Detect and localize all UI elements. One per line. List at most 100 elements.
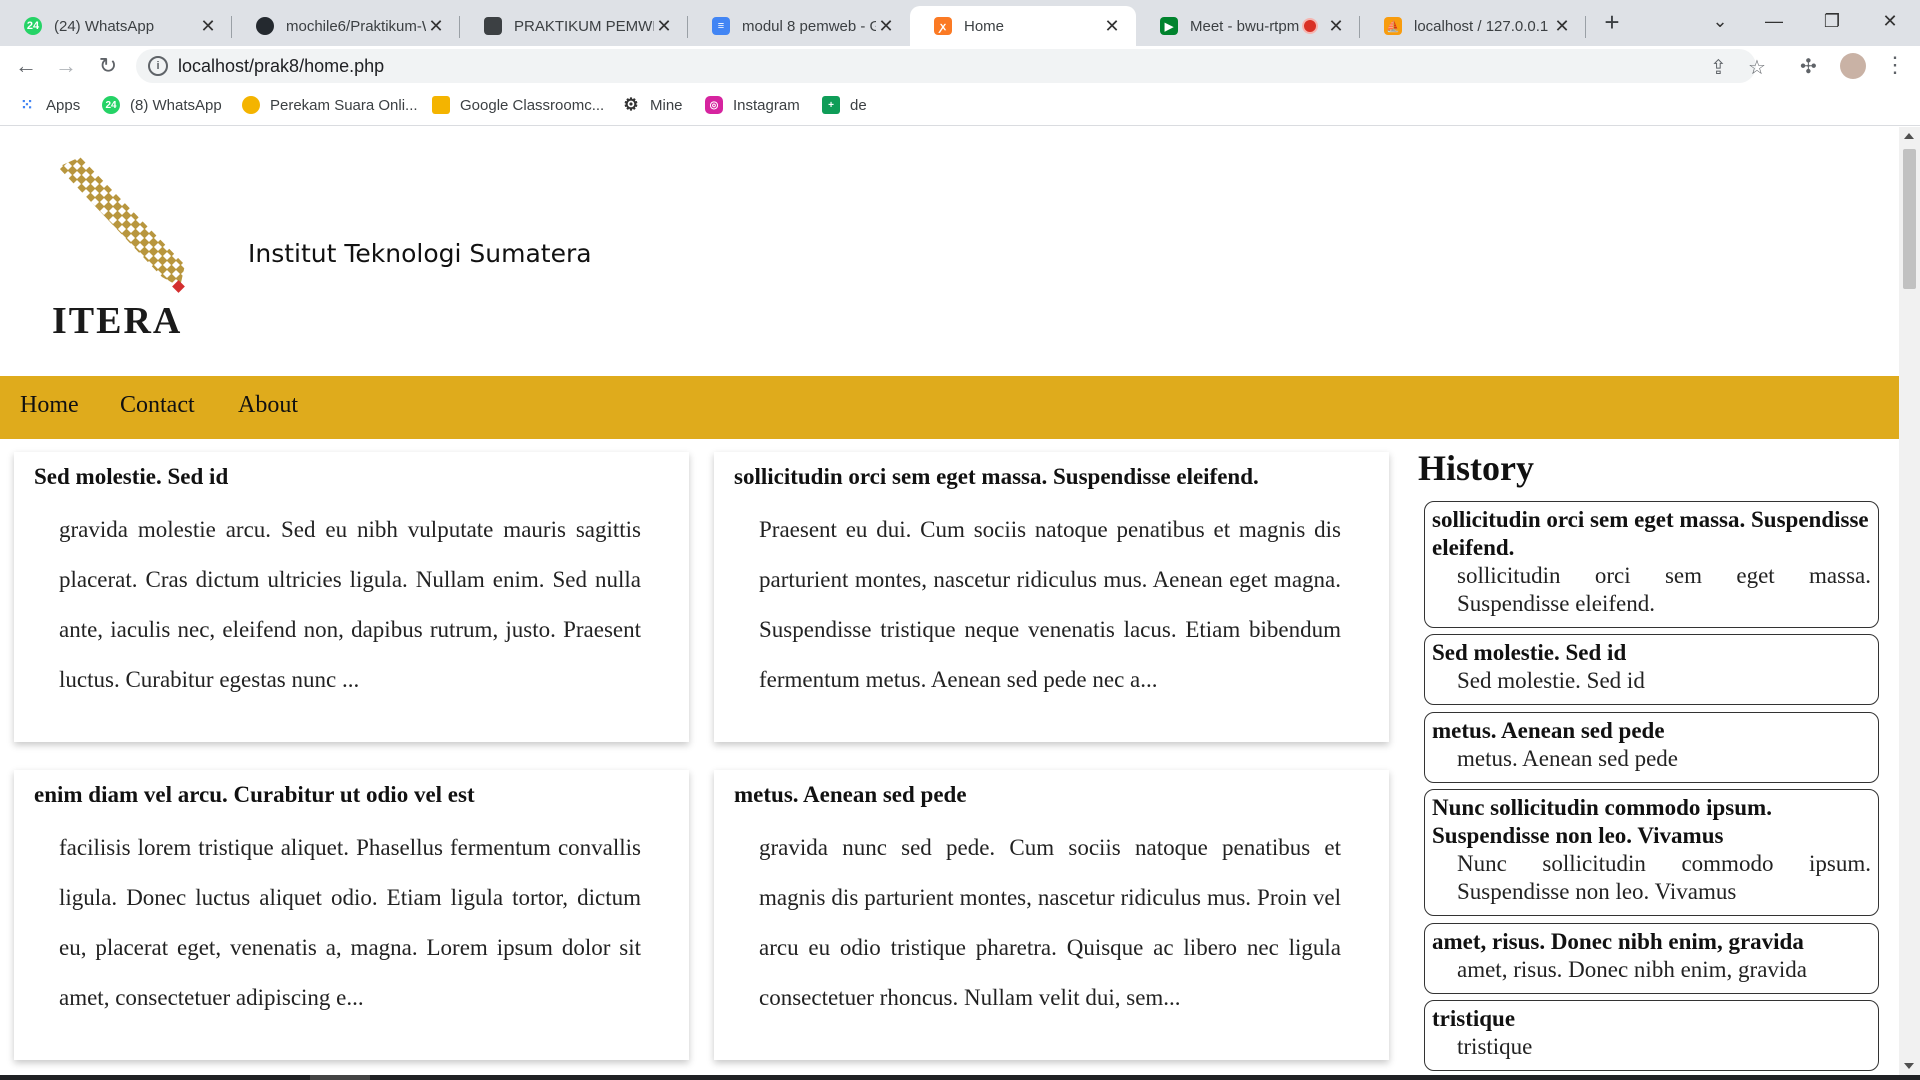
tab-whatsapp[interactable]: 24 (24) WhatsApp ✕ [0,6,232,46]
article-card[interactable]: enim diam vel arcu. Curabitur ut odio ve… [14,770,689,1060]
history-item-title: amet, risus. Donec nibh enim, gravida [1432,929,1804,954]
close-icon[interactable]: ✕ [1552,16,1572,37]
history-item[interactable]: Nunc sollicitudin commodo ipsum. Suspend… [1424,789,1879,916]
article-card[interactable]: metus. Aenean sed pede gravida nunc sed … [714,770,1389,1060]
back-icon[interactable]: ← [12,52,40,80]
tab-title: localhost / 127.0.0.1 / [1414,17,1552,35]
site-info-icon[interactable]: i [148,56,168,76]
bookmark-label: (8) WhatsApp [130,96,222,114]
tab-strip: 24 (24) WhatsApp ✕ mochile6/Praktikum-W … [0,0,1920,46]
history-item-body: amet, risus. Donec nibh enim, gravida [1457,957,1808,982]
bookmark-de[interactable]: + de [822,96,867,114]
tab-title: (24) WhatsApp [54,17,155,35]
history-item[interactable]: amet, risus. Donec nibh enim, gravida am… [1424,923,1879,994]
bookmark-label: de [850,96,867,114]
scroll-thumb[interactable] [1903,149,1916,289]
classroom-icon [432,96,450,114]
apps-grid-icon: ⁙ [20,97,34,114]
history-item-body: Sed molestie. Sed id [1457,668,1645,693]
close-icon[interactable]: ✕ [876,16,896,37]
close-icon[interactable]: ✕ [198,16,218,37]
tab-title: Home [964,17,1005,35]
bookmark-star-icon[interactable]: ☆ [1748,55,1766,80]
avatar[interactable] [1840,53,1866,79]
close-icon[interactable]: ✕ [1326,16,1346,37]
close-window-button[interactable]: ✕ [1870,6,1910,36]
bookmark-mine[interactable]: ⚙ Mine [622,95,683,114]
logo-text: ITERA [52,300,183,342]
address-bar[interactable]: i localhost/prak8/home.php ⇪ ☆ [136,49,1766,83]
article-excerpt: facilisis lorem tristique aliquet. Phase… [59,835,641,1010]
nav-home-link[interactable]: Home [20,392,79,419]
article-title[interactable]: enim diam vel arcu. Curabitur ut odio ve… [34,782,475,808]
bookmark-label: Mine [650,96,683,114]
tab-home[interactable]: ꭗ Home ✕ [910,6,1136,46]
article-title[interactable]: Sed molestie. Sed id [34,464,228,490]
phpmyadmin-icon: ⛵ [1384,17,1402,35]
history-item[interactable]: Sed molestie. Sed id Sed molestie. Sed i… [1424,634,1879,705]
forward-icon[interactable]: → [52,52,80,80]
main-nav: Home Contact About [0,376,1899,439]
menu-dots-icon[interactable]: ⋮ [1884,52,1906,78]
bookmark-classroom[interactable]: Google Classroomc... [432,96,604,114]
history-item[interactable]: sollicitudin orci sem eget massa. Suspen… [1424,501,1879,628]
tab-praktikum[interactable]: PRAKTIKUM PEMWEB ✕ [460,6,688,46]
whatsapp-icon: 24 [102,96,120,114]
tab-meet[interactable]: ▶ Meet - bwu-rtpm ✕ [1136,6,1360,46]
history-heading: History [1418,448,1534,488]
bookmark-label: Instagram [733,96,800,114]
article-card[interactable]: Sed molestie. Sed id gravida molestie ar… [14,452,689,742]
institution-name: Institut Teknologi Sumatera [248,239,592,268]
history-item-title: Nunc sollicitudin commodo ipsum. Suspend… [1432,795,1772,848]
tab-title: modul 8 pemweb - Go [742,17,876,35]
close-icon[interactable]: ✕ [426,16,446,37]
tab-phpmyadmin[interactable]: ⛵ localhost / 127.0.0.1 / ✕ [1360,6,1586,46]
reload-icon[interactable]: ↻ [94,52,122,80]
whatsapp-icon: 24 [24,17,42,35]
recording-icon [1302,18,1318,34]
horizontal-scrollbar[interactable] [0,1075,1920,1080]
history-item[interactable]: metus. Aenean sed pede metus. Aenean sed… [1424,712,1879,783]
url-text[interactable]: localhost/prak8/home.php [178,56,384,77]
share-icon[interactable]: ⇪ [1710,55,1727,80]
restore-button[interactable]: ❐ [1812,6,1852,36]
nav-about-link[interactable]: About [238,392,298,419]
bookmark-recorder[interactable]: Perekam Suara Onli... [242,96,418,114]
history-item[interactable]: tristique tristique [1424,1000,1879,1071]
history-item-title: tristique [1432,1006,1516,1031]
article-excerpt: Praesent eu dui. Cum sociis natoque pena… [759,517,1341,692]
new-tab-button[interactable]: + [1600,8,1624,36]
article-title[interactable]: sollicitudin orci sem eget massa. Suspen… [734,464,1259,490]
close-icon[interactable]: ✕ [654,16,674,37]
history-item-title: sollicitudin orci sem eget massa. Suspen… [1432,507,1869,560]
tab-separator [1585,16,1586,38]
nav-contact-link[interactable]: Contact [120,392,195,419]
tab-search-button[interactable]: ⌄ [1700,6,1740,36]
article-excerpt: gravida nunc sed pede. Cum sociis natoqu… [759,835,1341,1010]
history-item-title: metus. Aenean sed pede [1432,718,1665,743]
extensions-icon[interactable]: ✣ [1800,54,1817,79]
article-title[interactable]: metus. Aenean sed pede [734,782,967,808]
bookmark-label: Apps [46,96,81,114]
xampp-icon: ꭗ [934,17,952,35]
close-icon[interactable]: ✕ [1102,16,1122,37]
minimize-button[interactable]: — [1754,6,1794,36]
scroll-down-icon[interactable] [1904,1063,1914,1069]
browser-toolbar: ← → ↻ i localhost/prak8/home.php ⇪ ☆ ✣ ⋮ [0,46,1920,86]
bookmark-apps[interactable]: ⁙ Apps [18,96,81,115]
article-excerpt: gravida molestie arcu. Sed eu nibh vulpu… [59,517,641,692]
bookmark-whatsapp[interactable]: 24 (8) WhatsApp [102,96,222,114]
history-item-body: sollicitudin orci sem eget massa. Suspen… [1457,563,1871,616]
tab-docs[interactable]: ≡ modul 8 pemweb - Go ✕ [688,6,910,46]
tab-title: Meet - bwu-rtpm [1190,17,1300,35]
bookmark-instagram[interactable]: ◎ Instagram [705,96,800,114]
page-viewport: ITERA Institut Teknologi Sumatera Home C… [0,127,1899,1075]
article-card[interactable]: sollicitudin orci sem eget massa. Suspen… [714,452,1389,742]
tab-github[interactable]: mochile6/Praktikum-W ✕ [232,6,460,46]
bookmarks-bar: ⁙ Apps 24 (8) WhatsApp Perekam Suara Onl… [0,86,1920,126]
history-item-body: Nunc sollicitudin commodo ipsum. Suspend… [1457,851,1871,904]
scroll-up-icon[interactable] [1904,133,1914,139]
vertical-scrollbar[interactable] [1899,127,1920,1075]
history-item-title: Sed molestie. Sed id [1432,640,1627,665]
horizontal-scroll-thumb[interactable] [310,1075,370,1080]
